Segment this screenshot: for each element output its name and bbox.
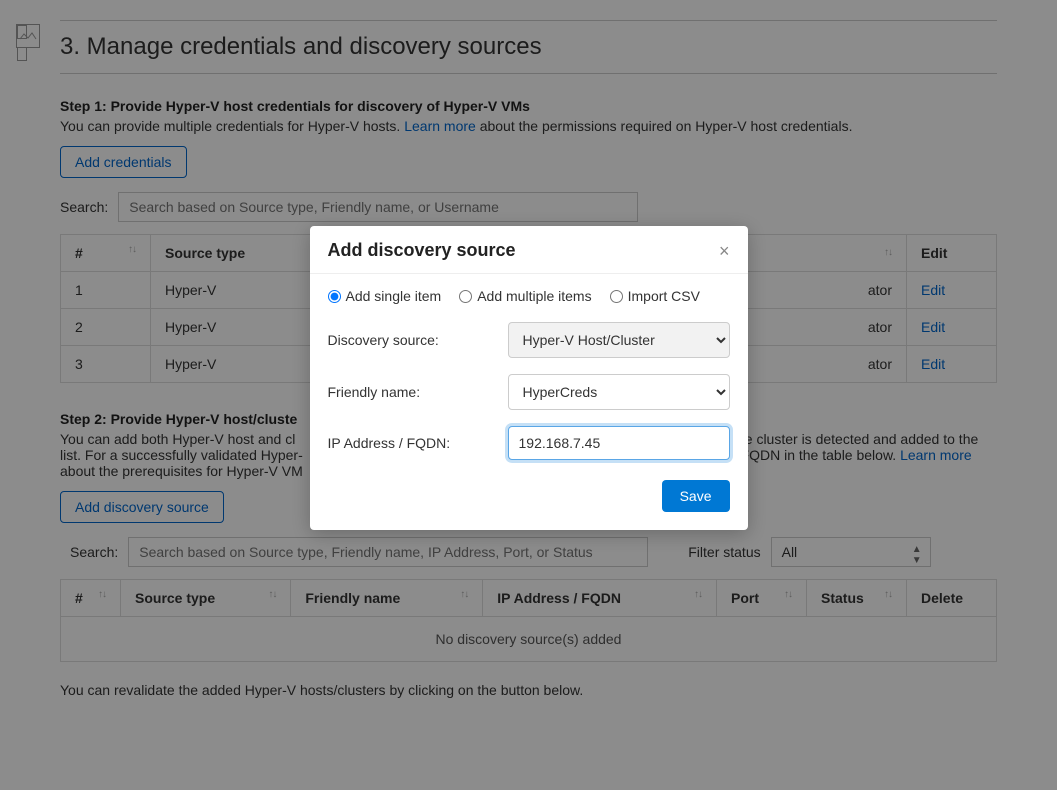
radio-multiple-input[interactable] — [459, 290, 472, 303]
radio-multiple-items[interactable]: Add multiple items — [459, 288, 591, 304]
radio-csv-label: Import CSV — [628, 288, 700, 304]
friendly-name-label: Friendly name: — [328, 384, 508, 400]
ip-fqdn-label: IP Address / FQDN: — [328, 435, 508, 451]
ip-fqdn-input[interactable] — [508, 426, 730, 460]
discovery-source-select[interactable]: Hyper-V Host/Cluster — [508, 322, 730, 358]
radio-single-label: Add single item — [346, 288, 442, 304]
friendly-name-select[interactable]: HyperCreds — [508, 374, 730, 410]
close-icon[interactable]: × — [719, 242, 730, 260]
radio-csv-input[interactable] — [610, 290, 623, 303]
radio-import-csv[interactable]: Import CSV — [610, 288, 700, 304]
radio-single-input[interactable] — [328, 290, 341, 303]
add-discovery-source-modal: Add discovery source × Add single item A… — [310, 226, 748, 530]
discovery-source-label: Discovery source: — [328, 332, 508, 348]
radio-single-item[interactable]: Add single item — [328, 288, 442, 304]
save-button[interactable]: Save — [662, 480, 730, 512]
radio-multiple-label: Add multiple items — [477, 288, 591, 304]
modal-title: Add discovery source — [328, 240, 516, 261]
